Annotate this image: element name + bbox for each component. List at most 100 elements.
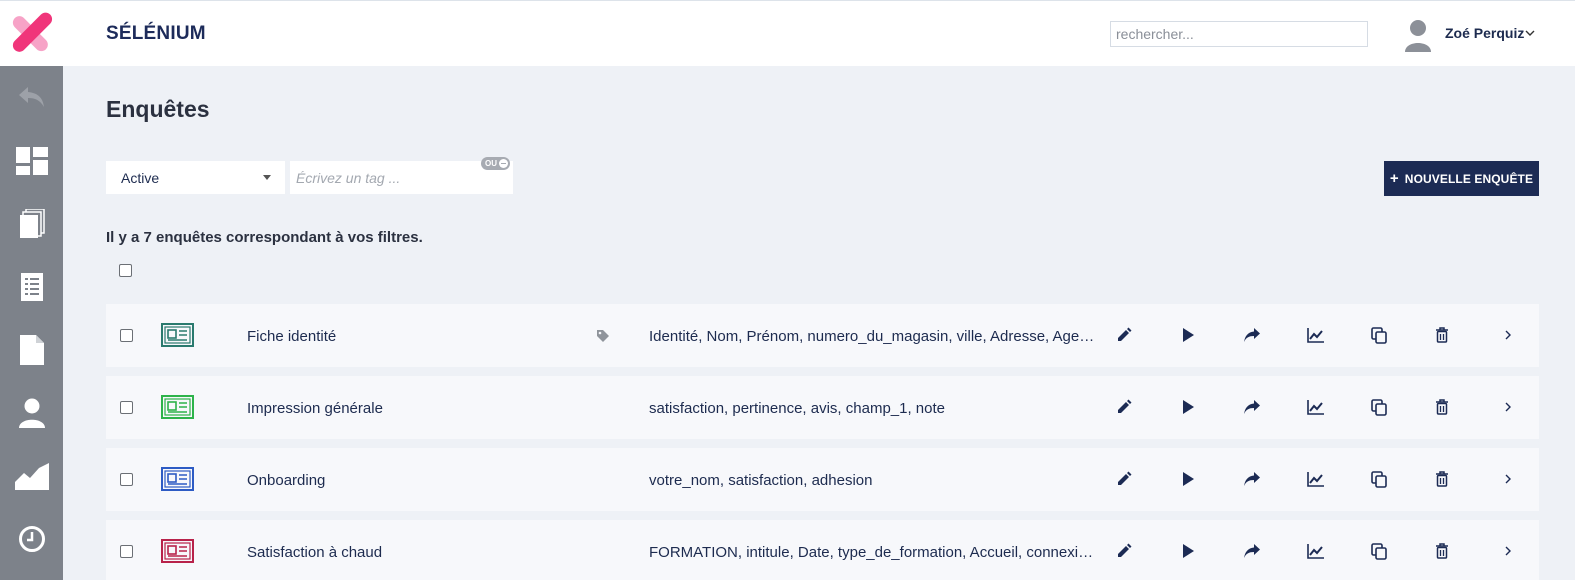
list-icon: [20, 272, 43, 301]
status-filter-select[interactable]: Active: [106, 161, 285, 194]
sidebar-item-statistics[interactable]: [0, 444, 63, 507]
back-arrow-icon: [18, 86, 44, 107]
newspaper-icon: [161, 395, 194, 419]
user-icon: [18, 398, 45, 428]
chevron-right-icon[interactable]: [1502, 400, 1514, 414]
chevron-right-icon[interactable]: [1502, 544, 1514, 558]
pages-icon: [19, 208, 45, 238]
duplicate-button[interactable]: [1370, 469, 1390, 489]
pencil-icon: [1118, 471, 1132, 485]
duplicate-button[interactable]: [1370, 541, 1390, 561]
results-button[interactable]: [1306, 325, 1326, 345]
delete-button[interactable]: [1433, 469, 1453, 489]
survey-fields: satisfaction, pertinence, avis, champ_1,…: [649, 400, 946, 417]
results-button[interactable]: [1306, 397, 1326, 417]
tag-input[interactable]: [290, 161, 513, 194]
minus-circle-icon: [499, 159, 508, 168]
share-button[interactable]: [1243, 397, 1263, 417]
row-checkbox[interactable]: [120, 329, 133, 342]
table-row[interactable]: Fiche identité Identité, Nom, Prénom, num…: [106, 304, 1539, 367]
line-chart-icon: [1307, 543, 1324, 559]
delete-button[interactable]: [1433, 325, 1453, 345]
share-icon: [1244, 543, 1260, 558]
play-icon: [1183, 471, 1194, 486]
status-filter-value: Active: [121, 169, 160, 186]
sidebar-item-document[interactable]: [0, 318, 63, 381]
play-button[interactable]: [1179, 397, 1199, 417]
share-button[interactable]: [1243, 469, 1263, 489]
copy-icon: [1371, 326, 1387, 344]
chevron-right-icon[interactable]: [1502, 328, 1514, 342]
play-icon: [1183, 543, 1194, 558]
chart-area-icon: [14, 462, 49, 490]
table-row[interactable]: Impression générale satisfaction, pertine…: [106, 376, 1539, 439]
pencil-icon: [1118, 399, 1132, 413]
sidebar-item-back[interactable]: [0, 66, 63, 129]
duplicate-button[interactable]: [1370, 325, 1390, 345]
table-row[interactable]: Satisfaction à chaud FORMATION, intitule,…: [106, 520, 1539, 580]
play-icon: [1183, 327, 1194, 342]
user-name[interactable]: Zoé Perquiz: [1445, 25, 1524, 41]
sidebar-item-users[interactable]: [0, 381, 63, 444]
new-survey-button[interactable]: + NOUVELLE ENQUÊTE: [1384, 161, 1539, 196]
sidebar-item-pages[interactable]: [0, 192, 63, 255]
trash-icon: [1436, 542, 1448, 559]
result-count-text: Il y a 7 enquêtes correspondant à vos fi…: [106, 229, 423, 246]
share-button[interactable]: [1243, 325, 1263, 345]
row-checkbox[interactable]: [120, 473, 133, 486]
edit-button[interactable]: [1115, 469, 1135, 489]
table-row[interactable]: Onboarding votre_nom, satisfaction, adhes…: [106, 448, 1539, 511]
survey-title[interactable]: Impression générale: [247, 400, 383, 417]
play-icon: [1183, 399, 1194, 414]
edit-button[interactable]: [1115, 325, 1135, 345]
play-button[interactable]: [1179, 541, 1199, 561]
line-chart-icon: [1307, 471, 1324, 487]
copy-icon: [1371, 398, 1387, 416]
sidebar-item-list[interactable]: [0, 255, 63, 318]
share-icon: [1244, 399, 1260, 414]
share-icon: [1244, 471, 1260, 486]
results-button[interactable]: [1306, 469, 1326, 489]
delete-button[interactable]: [1433, 397, 1453, 417]
document-icon: [19, 334, 44, 365]
share-button[interactable]: [1243, 541, 1263, 561]
tag-mode-label: OU: [485, 159, 497, 168]
edit-button[interactable]: [1115, 541, 1135, 561]
newspaper-icon: [161, 539, 194, 563]
tag-icon[interactable]: [596, 329, 610, 343]
chevron-down-icon[interactable]: [1524, 27, 1536, 39]
sidebar-item-dashboard[interactable]: [0, 129, 63, 192]
app-logo[interactable]: [0, 1, 63, 67]
caret-down-icon: [263, 175, 271, 180]
results-button[interactable]: [1306, 541, 1326, 561]
survey-fields: Identité, Nom, Prénom, numero_du_magasin…: [649, 328, 1096, 345]
delete-button[interactable]: [1433, 541, 1453, 561]
tag-mode-toggle[interactable]: OU: [481, 157, 510, 170]
pencil-icon: [1118, 543, 1132, 557]
survey-title[interactable]: Onboarding: [247, 472, 325, 489]
app-name: SÉLÉNIUM: [106, 23, 206, 44]
row-checkbox[interactable]: [120, 545, 133, 558]
duplicate-button[interactable]: [1370, 397, 1390, 417]
row-checkbox[interactable]: [120, 401, 133, 414]
share-icon: [1244, 327, 1260, 342]
copy-icon: [1371, 470, 1387, 488]
select-all-checkbox[interactable]: [119, 264, 132, 277]
line-chart-icon: [1307, 327, 1324, 343]
edit-button[interactable]: [1115, 397, 1135, 417]
newspaper-icon: [161, 323, 194, 347]
clock-icon: [18, 525, 45, 552]
copy-icon: [1371, 542, 1387, 560]
newspaper-icon: [161, 467, 194, 491]
chevron-right-icon[interactable]: [1502, 472, 1514, 486]
survey-title[interactable]: Fiche identité: [247, 328, 336, 345]
page-title: Enquêtes: [106, 96, 210, 122]
play-button[interactable]: [1179, 325, 1199, 345]
play-button[interactable]: [1179, 469, 1199, 489]
survey-title[interactable]: Satisfaction à chaud: [247, 544, 382, 561]
avatar[interactable]: [1403, 18, 1433, 52]
search-input[interactable]: [1110, 21, 1368, 47]
sidebar-item-history[interactable]: [0, 507, 63, 570]
survey-fields: FORMATION, intitule, Date, type_de_forma…: [649, 544, 1096, 561]
survey-fields: votre_nom, satisfaction, adhesion: [649, 472, 873, 489]
